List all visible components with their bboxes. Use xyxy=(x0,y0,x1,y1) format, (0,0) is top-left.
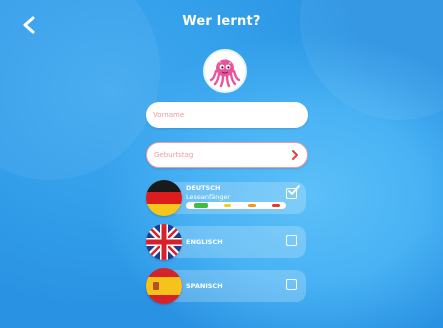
uk-flag-icon xyxy=(146,224,182,260)
checkbox-spanish[interactable] xyxy=(286,279,297,290)
language-name: DEUTSCH xyxy=(186,184,221,192)
level-dot-yellow xyxy=(224,204,231,207)
spanish-flag-icon xyxy=(146,268,182,304)
german-flag-icon xyxy=(146,180,182,216)
language-level: Leseanfänger xyxy=(186,193,231,201)
language-row-german[interactable]: DEUTSCH Leseanfänger xyxy=(146,180,308,216)
language-name: ENGLISCH xyxy=(186,238,223,246)
birthday-field[interactable]: Geburtstag xyxy=(146,142,308,168)
level-dot-orange xyxy=(248,204,256,207)
checkbox-english[interactable] xyxy=(286,235,297,246)
page-title: Wer lernt? xyxy=(182,14,261,29)
app-screen: Wer lernt? Geburtstag xyxy=(0,0,443,328)
avatar[interactable] xyxy=(203,49,247,93)
language-row-english[interactable]: ENGLISCH xyxy=(146,224,308,260)
chevron-right-icon xyxy=(292,150,298,160)
octopus-avatar-icon xyxy=(209,59,241,88)
checkbox-german[interactable] xyxy=(286,185,300,199)
level-indicator xyxy=(186,202,286,209)
level-dot-red xyxy=(272,204,280,207)
first-name-input[interactable] xyxy=(146,102,283,128)
checkmark-icon xyxy=(288,185,300,195)
birthday-placeholder: Geburtstag xyxy=(154,151,194,159)
name-field[interactable] xyxy=(146,102,308,128)
level-dot-green xyxy=(194,203,208,208)
language-name: SPANISCH xyxy=(186,282,223,290)
language-row-spanish[interactable]: SPANISCH xyxy=(146,268,308,304)
